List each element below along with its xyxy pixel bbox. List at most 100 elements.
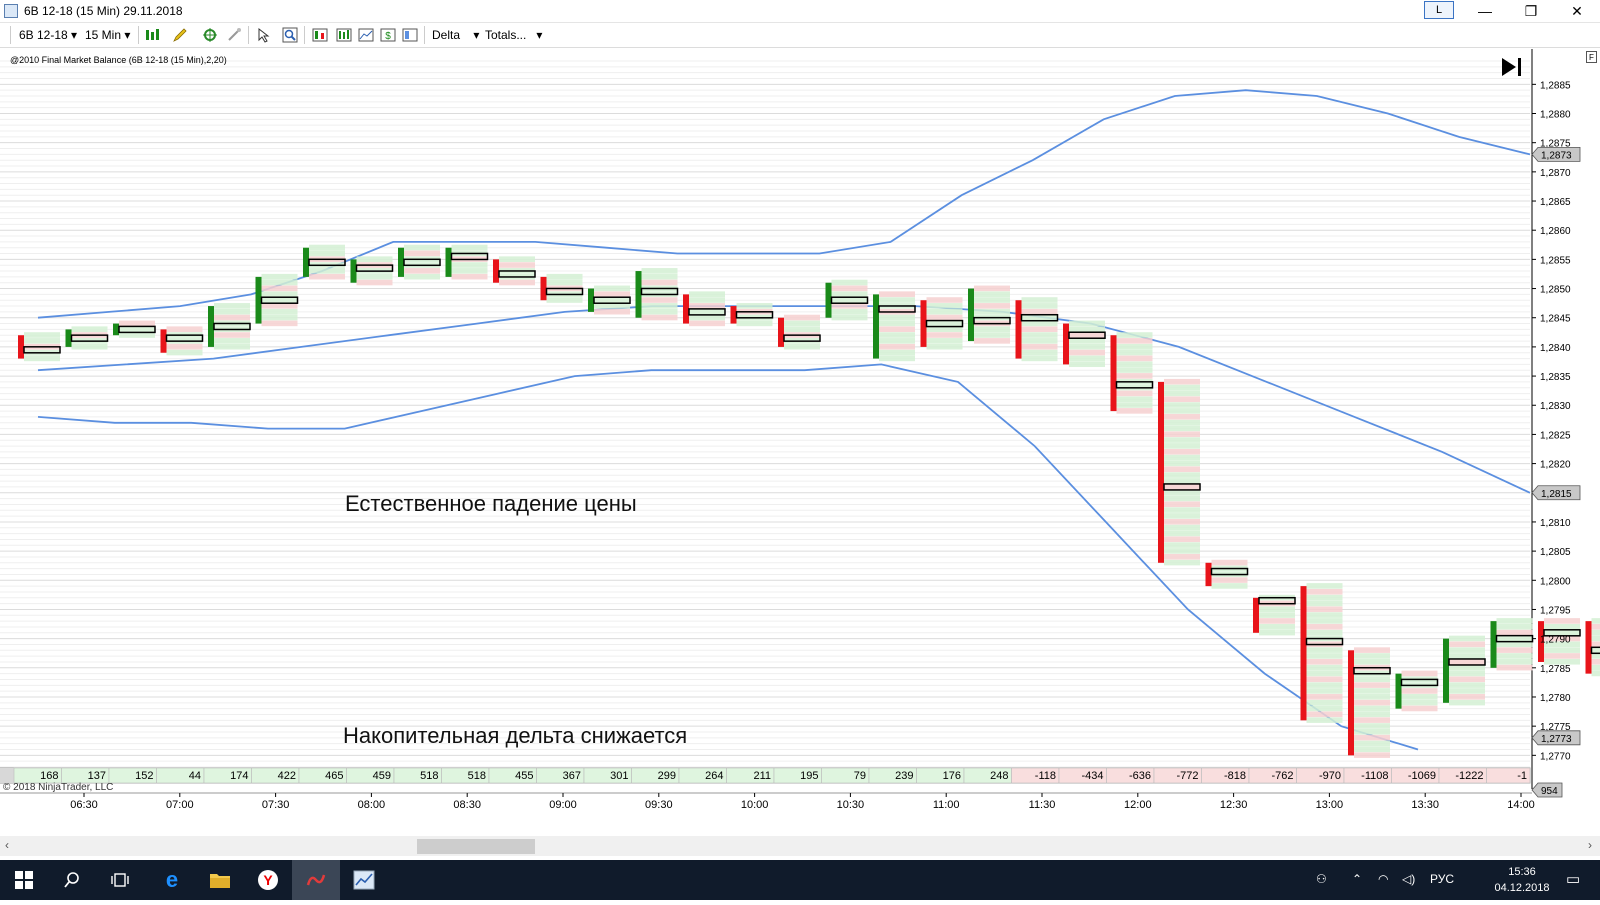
footprint-cell: [1069, 344, 1105, 350]
cursor-icon[interactable]: [256, 27, 272, 43]
footprint-cell: [642, 297, 678, 303]
time-label: 11:00: [933, 799, 960, 811]
pencil-icon[interactable]: [172, 27, 188, 43]
link-button[interactable]: L: [1424, 1, 1454, 19]
instrument-selector[interactable]: 6B 12-18 ▾: [19, 28, 77, 42]
delta-value: -772: [1176, 770, 1198, 782]
restore-button[interactable]: ❐: [1508, 0, 1554, 22]
price-marker-label: 1,2873: [1541, 150, 1572, 161]
footprint-cell: [1164, 560, 1200, 566]
footprint-cell: [879, 332, 915, 338]
volume-icon[interactable]: ◁): [1402, 872, 1415, 886]
footprint-cell: [499, 256, 535, 262]
properties-icon[interactable]: [402, 27, 418, 43]
crosshair-icon[interactable]: [202, 27, 218, 43]
candle-body: [873, 294, 879, 358]
footprint-cell: [1354, 741, 1390, 747]
orders-icon[interactable]: [312, 27, 328, 43]
zoom-icon[interactable]: [282, 27, 298, 43]
annotation-price-fall: Естественное падение цены: [345, 491, 637, 516]
flag-icon[interactable]: F: [1586, 51, 1597, 63]
footprint-cell: [1307, 618, 1343, 624]
footprint-cell: [879, 315, 915, 321]
candle-body: [636, 271, 642, 318]
footprint-cell: [594, 297, 630, 303]
candle-body: [1301, 586, 1307, 720]
minimize-button[interactable]: —: [1462, 0, 1508, 22]
tray-chevron-up-icon[interactable]: ⌃: [1352, 872, 1362, 886]
search-icon[interactable]: [48, 860, 96, 900]
footprint-cell: [1402, 694, 1438, 700]
footprint-cell: [452, 268, 488, 274]
candle-body: [731, 306, 737, 324]
task-view-icon[interactable]: [96, 860, 144, 900]
interval-selector[interactable]: 15 Min ▾: [85, 28, 130, 42]
footprint-cell: [879, 291, 915, 297]
wifi-icon[interactable]: ◠: [1378, 872, 1388, 886]
input-language[interactable]: РУС: [1430, 872, 1454, 886]
people-icon[interactable]: ⚇: [1316, 872, 1327, 886]
footprint-cell: [737, 303, 773, 309]
file-explorer-icon[interactable]: [196, 860, 244, 900]
footprint-cell: [547, 280, 583, 286]
data-box-icon[interactable]: [336, 27, 352, 43]
footprint-cell: [1164, 414, 1200, 420]
time-label: 07:30: [262, 799, 290, 811]
footprint-cell: [974, 326, 1010, 332]
price-label: 1,2790: [1540, 635, 1571, 646]
footprint-cell: [1449, 636, 1485, 642]
chart-app-taskbar-icon[interactable]: [340, 860, 388, 900]
candle-body: [778, 318, 784, 347]
footprint-cell: [262, 315, 298, 321]
toolbar-separator: [248, 26, 249, 44]
footprint-cell: [1259, 618, 1295, 624]
footprint-cell: [1592, 618, 1600, 624]
footprint-cell: [1069, 350, 1105, 356]
strategies-icon[interactable]: $: [380, 27, 396, 43]
bar-type-icon[interactable]: [144, 27, 160, 43]
candle-body: [398, 248, 404, 277]
price-label: 1,2855: [1540, 255, 1571, 266]
footprint-cell: [784, 315, 820, 321]
footprint-cell: [262, 297, 298, 303]
price-chart[interactable]: 1681371524417442246545951851845536730129…: [0, 49, 1600, 819]
footprint-cell: [1164, 437, 1200, 443]
notifications-icon[interactable]: ▭: [1566, 870, 1580, 888]
footprint-cell: [689, 297, 725, 303]
system-clock[interactable]: 15:36 04.12.2018: [1488, 864, 1556, 896]
price-label: 1,2785: [1540, 664, 1571, 675]
candle-body: [1396, 674, 1402, 709]
footprint-cell: [1117, 408, 1153, 414]
chart-panel[interactable]: 1681371524417442246545951851845536730129…: [0, 49, 1600, 819]
footprint-cell: [1544, 647, 1580, 653]
ninjatrader-app-icon[interactable]: [292, 860, 340, 900]
time-label: 07:00: [166, 799, 194, 811]
scroll-left-icon[interactable]: ‹: [5, 838, 9, 852]
column-type-selector[interactable]: Delta ▾: [432, 28, 479, 42]
edge-browser-icon[interactable]: e: [148, 860, 196, 900]
svg-text:Y: Y: [263, 872, 273, 888]
yandex-browser-icon[interactable]: Y: [244, 860, 292, 900]
price-label: 1,2840: [1540, 343, 1571, 354]
delta-row-handle: [0, 768, 14, 783]
footprint-cell: [1022, 356, 1058, 362]
candle-body: [921, 300, 927, 347]
indicators-icon[interactable]: [358, 27, 374, 43]
windows-start-icon[interactable]: [0, 860, 48, 900]
totals-selector[interactable]: Totals... ▾: [485, 28, 542, 42]
drawing-tool-icon[interactable]: [226, 27, 242, 43]
candle-body: [208, 306, 214, 347]
horizontal-scrollbar[interactable]: ‹ ›: [0, 836, 1600, 856]
footprint-cell: [262, 291, 298, 297]
footprint-cell: [1354, 653, 1390, 659]
footprint-cell: [1022, 350, 1058, 356]
footprint-cell: [642, 268, 678, 274]
candle-body: [1253, 598, 1259, 633]
candle-body: [1158, 382, 1164, 563]
footprint-cell: [1212, 583, 1248, 589]
scrollbar-thumb[interactable]: [417, 839, 535, 854]
close-button[interactable]: ✕: [1554, 0, 1600, 22]
footprint-cell: [974, 309, 1010, 315]
footprint-cell: [1164, 408, 1200, 414]
scroll-right-icon[interactable]: ›: [1588, 838, 1592, 852]
